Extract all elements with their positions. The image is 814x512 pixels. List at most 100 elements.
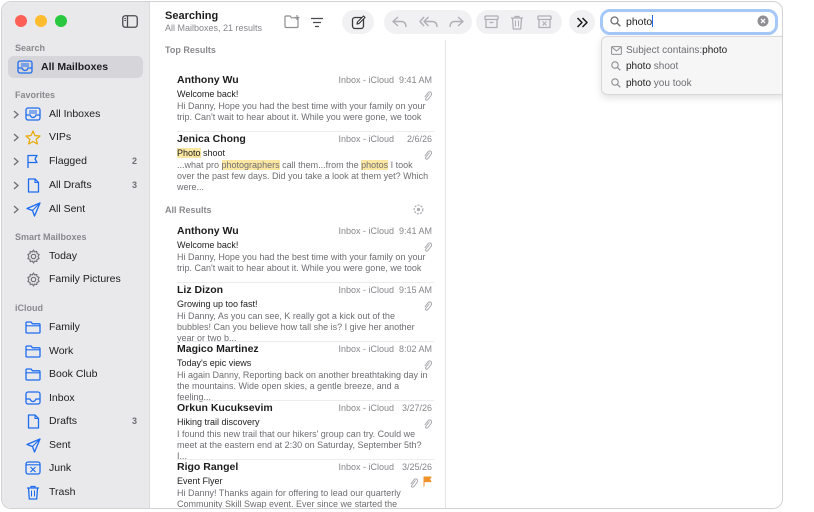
compose-icon (351, 14, 366, 29)
clear-icon (757, 15, 769, 27)
mailbox-label: Inbox - iCloud (338, 462, 394, 472)
sidebar-item-inbox[interactable]: Inbox (8, 387, 143, 409)
message-subject: Photo shoot (177, 148, 225, 158)
filter-icon (311, 17, 323, 27)
minimize-window-button[interactable] (35, 15, 47, 27)
sidebar-icon (122, 14, 138, 28)
suggestion-match: photo (626, 60, 652, 72)
mailbox-label: Inbox - iCloud (338, 344, 394, 354)
sidebar-item-trash[interactable]: Trash (8, 481, 143, 503)
search-icon (611, 78, 623, 88)
folder-add-icon (283, 15, 299, 29)
chevron-right-icon[interactable] (11, 157, 21, 166)
folder-icon (24, 366, 42, 382)
row-divider (177, 400, 434, 401)
sidebar-item-all-sent[interactable]: All Sent (8, 198, 143, 220)
subject-rest: shoot (200, 148, 226, 158)
suggestion-subject-contains[interactable]: Subject contains: photo (611, 43, 727, 57)
sidebar-item-label: All Mailboxes (41, 61, 109, 73)
gear-icon (24, 271, 42, 287)
message-date: 9:41 AM (398, 75, 432, 85)
message-row[interactable]: Anthony Wu Inbox - iCloud 9:41 AM Welcom… (177, 225, 434, 283)
archive-button[interactable] (479, 11, 503, 33)
section-header-smart-mailboxes: Smart Mailboxes (15, 232, 87, 242)
folder-icon (24, 343, 42, 359)
message-list: Top Results Anthony Wu Inbox - iCloud 9:… (151, 40, 446, 508)
sidebar-item-all-inboxes[interactable]: All Inboxes (8, 103, 143, 125)
close-window-button[interactable] (15, 15, 27, 27)
chevron-right-icon[interactable] (11, 110, 21, 119)
forward-button[interactable] (444, 11, 468, 33)
message-row[interactable]: Magico Martinez Inbox - iCloud 8:02 AM T… (177, 343, 434, 402)
mailbox-label: Inbox - iCloud (338, 285, 394, 295)
sidebar-item-sent[interactable]: Sent (8, 434, 143, 456)
delete-button[interactable] (505, 11, 529, 33)
more-toolbar-items-button[interactable] (571, 11, 593, 33)
junk-icon (536, 15, 552, 29)
sidebar-item-flagged[interactable]: Flagged 2 (8, 150, 143, 172)
reply-all-button[interactable] (415, 11, 441, 33)
sidebar-item-all-drafts[interactable]: All Drafts 3 (8, 174, 143, 196)
message-preview: Hi again Danny, Reporting back on anothe… (177, 370, 428, 402)
message-date: 2/6/26 (406, 134, 432, 144)
chevron-right-icon[interactable] (11, 133, 21, 142)
chevron-double-right-icon (576, 16, 588, 28)
search-highlight: Photo (177, 148, 201, 158)
search-input[interactable]: photo (626, 16, 652, 28)
draft-count: 3 (131, 416, 137, 426)
sidebar-item-label: Junk (49, 462, 72, 474)
star-icon (24, 129, 42, 145)
sidebar-item-vips[interactable]: VIPs (8, 126, 143, 148)
suggestion-match: photo (626, 77, 652, 89)
sidebar-item-label: Flagged (49, 155, 87, 167)
suggestion-prefix: Subject contains: (626, 44, 703, 56)
zoom-window-button[interactable] (55, 15, 67, 27)
chevron-right-icon[interactable] (11, 205, 21, 214)
preview-text: ...what pro (177, 160, 222, 170)
sidebar-item-junk[interactable]: Junk (8, 457, 143, 479)
message-subject: Welcome back! (177, 240, 239, 250)
filter-button[interactable] (307, 11, 327, 33)
section-header-icloud: iCloud (15, 303, 43, 313)
suggestion-photo-you-took[interactable]: photo you took (611, 76, 692, 90)
message-subject: Event Flyer (177, 476, 223, 486)
sidebar-item-work[interactable]: Work (8, 340, 143, 362)
clear-search-button[interactable] (757, 15, 769, 30)
reply-button[interactable] (387, 11, 411, 33)
toolbar-title: Searching All Mailboxes, 21 results (165, 10, 262, 33)
row-divider (177, 282, 434, 283)
sidebar-item-today[interactable]: Today (8, 245, 143, 267)
reply-icon (391, 16, 407, 28)
sidebar-item-family[interactable]: Family (8, 316, 143, 338)
trash-icon (511, 15, 523, 30)
unread-count: 2 (131, 156, 137, 166)
sidebar-item-label: Today (49, 250, 78, 262)
document-icon (24, 413, 42, 429)
junk-button[interactable] (532, 11, 556, 33)
message-row[interactable]: Anthony Wu Inbox - iCloud 9:41 AM Welcom… (177, 74, 434, 132)
sidebar-toggle-button[interactable] (118, 10, 142, 32)
sidebar-item-drafts[interactable]: Drafts 3 (8, 410, 143, 432)
message-row[interactable]: Liz Dizon Inbox - iCloud 9:15 AM Growing… (177, 284, 434, 343)
compose-button[interactable] (346, 11, 370, 33)
sender-name: Magico Martinez (177, 343, 259, 355)
new-mailbox-button[interactable] (282, 11, 302, 33)
message-row[interactable]: Jenica Chong Inbox - iCloud 2/6/26 Photo… (177, 133, 434, 192)
message-row[interactable]: Orkun Kucuksevim Inbox - iCloud 3/27/26 … (177, 402, 434, 461)
sidebar-item-label: All Drafts (49, 179, 92, 191)
message-preview: Hi Danny, As you can see, K really got a… (177, 311, 415, 343)
sidebar-item-book-club[interactable]: Book Club (8, 363, 143, 385)
suggestion-photo-shoot[interactable]: photo shoot (611, 59, 678, 73)
sidebar-item-family-pictures[interactable]: Family Pictures (8, 268, 143, 290)
search-field[interactable]: photo (600, 9, 778, 35)
message-row[interactable]: Rigo Rangel Inbox - iCloud 3/25/26 Event… (177, 461, 434, 508)
message-date: 3/25/26 (401, 462, 432, 472)
message-date: 9:41 AM (398, 226, 432, 236)
sidebar-item-all-mailboxes[interactable]: All Mailboxes (8, 56, 143, 78)
search-highlight: photos (361, 160, 389, 170)
chevron-right-icon[interactable] (11, 181, 21, 190)
paperplane-icon (24, 437, 42, 453)
suggestion-suffix: you took (651, 77, 692, 89)
message-date: 9:15 AM (398, 285, 432, 295)
document-icon (24, 177, 42, 193)
